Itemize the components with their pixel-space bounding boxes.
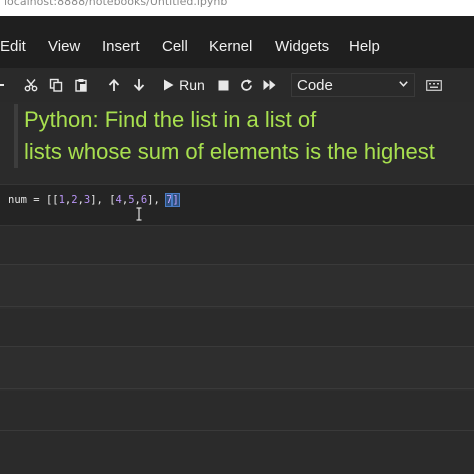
fast-forward-icon: [263, 80, 276, 90]
paste-button[interactable]: [70, 73, 92, 97]
text-cursor-icon: [136, 207, 142, 221]
code-bracket-open: [[: [45, 194, 59, 206]
menu-kernel[interactable]: Kernel: [209, 38, 252, 55]
browser-url-bar[interactable]: localhost:8888/notebooks/Untitled.ipynb: [0, 0, 474, 16]
cell-divider: [0, 306, 474, 307]
move-down-button[interactable]: [129, 73, 149, 97]
empty-cell[interactable]: [0, 347, 474, 391]
cell-type-select[interactable]: Code: [291, 73, 415, 97]
partial-icon: [0, 84, 4, 86]
markdown-heading-line-2: lists whose sum of elements is the highe…: [24, 139, 435, 164]
command-palette-button[interactable]: [422, 73, 446, 97]
menu-edit[interactable]: Edit: [0, 38, 26, 55]
cell-divider: [0, 388, 474, 389]
markdown-heading-line-1: Python: Find the list in a list of: [24, 107, 317, 132]
restart-run-all-button[interactable]: [260, 73, 280, 97]
cell-type-value: Code: [297, 77, 333, 94]
restart-button[interactable]: [236, 73, 256, 97]
scissors-icon: [24, 79, 38, 92]
menu-cell[interactable]: Cell: [162, 38, 188, 55]
code-variable: num: [8, 194, 27, 206]
menu-bar: Edit View Insert Cell Kernel Widgets Hel…: [0, 16, 474, 68]
cut-button[interactable]: [20, 73, 42, 97]
stop-icon: [218, 80, 228, 90]
interrupt-button[interactable]: [213, 73, 233, 97]
keyboard-icon: [426, 79, 442, 91]
menu-help[interactable]: Help: [349, 38, 380, 55]
move-up-button[interactable]: [104, 73, 124, 97]
menu-view[interactable]: View: [48, 38, 80, 55]
chevron-down-icon: [399, 81, 408, 87]
cell-divider: [0, 346, 474, 347]
play-icon: [164, 79, 174, 91]
run-button[interactable]: Run: [160, 73, 208, 97]
restart-icon: [240, 78, 252, 91]
arrow-down-icon: [133, 79, 145, 92]
url-text: localhost:8888/notebooks/Untitled.ipynb: [4, 0, 228, 8]
cell-prompt-bar: [14, 104, 18, 168]
code-bracket-close: ],: [147, 194, 167, 206]
cell-divider: [0, 264, 474, 265]
arrow-up-icon: [108, 78, 120, 91]
paste-icon: [75, 79, 87, 92]
code-editor-line[interactable]: num = [[1,2,3], [4,5,6], 7]: [8, 193, 180, 207]
copy-icon: [49, 78, 63, 92]
toolbar-edge-button[interactable]: [0, 73, 6, 97]
copy-button[interactable]: [45, 73, 67, 97]
menu-insert[interactable]: Insert: [102, 38, 140, 55]
run-label: Run: [179, 77, 205, 93]
code-bracket-close: ], [: [90, 194, 116, 206]
empty-cell[interactable]: [0, 265, 474, 309]
cell-divider: [0, 430, 474, 431]
menu-widgets[interactable]: Widgets: [275, 38, 329, 55]
code-matched-bracket: ]: [171, 193, 180, 207]
code-operator: =: [26, 194, 46, 206]
